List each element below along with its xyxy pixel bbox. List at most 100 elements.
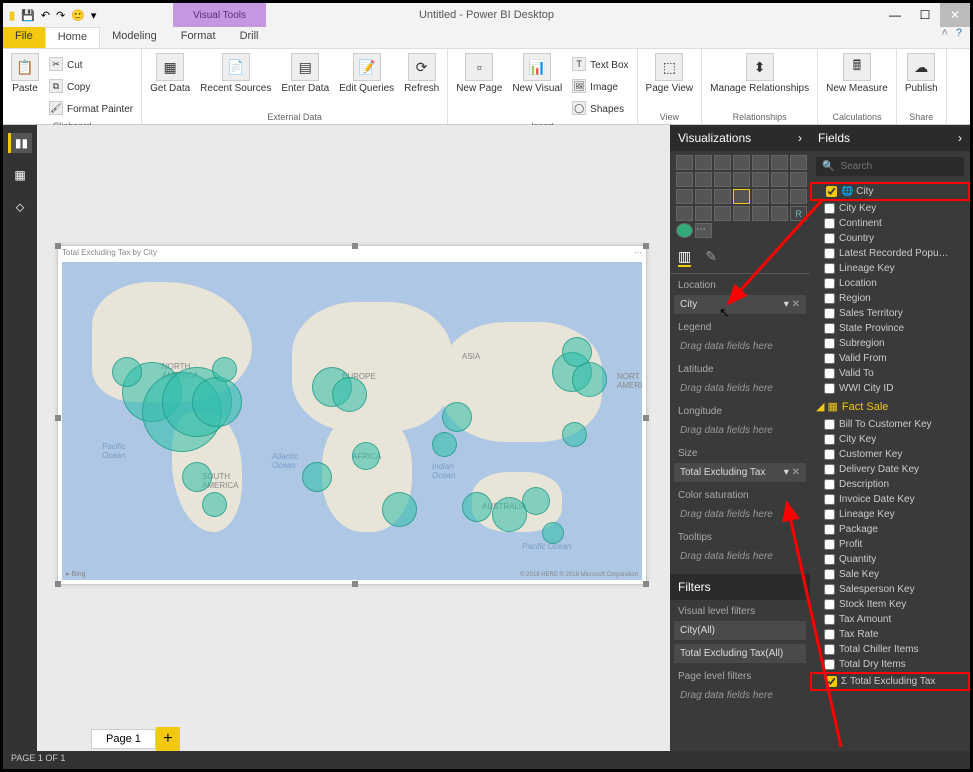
search-input[interactable] (840, 161, 940, 172)
close-button[interactable]: ✕ (940, 3, 970, 27)
viz-pie[interactable] (676, 189, 693, 204)
paste-button[interactable]: 📋Paste (9, 51, 41, 96)
field-checkbox[interactable] (824, 248, 835, 259)
field-checkbox[interactable] (824, 584, 835, 595)
field-checkbox[interactable] (824, 353, 835, 364)
viz-stacked-area[interactable] (695, 172, 712, 187)
field-checkbox[interactable] (824, 233, 835, 244)
field-sales-territory[interactable]: Sales Territory (810, 306, 970, 321)
recent-sources-button[interactable]: 📄Recent Sources (198, 51, 273, 96)
manage-relationships-button[interactable]: ⬍Manage Relationships (708, 51, 811, 96)
field-checkbox[interactable] (824, 308, 835, 319)
field-valid-to[interactable]: Valid To (810, 366, 970, 381)
field-invoice-date-key[interactable]: Invoice Date Key (810, 492, 970, 507)
field-city-key[interactable]: City Key (810, 432, 970, 447)
field-checkbox[interactable] (824, 539, 835, 550)
report-view-icon[interactable]: ▮▮ (8, 133, 32, 153)
redo-icon[interactable]: ↷ (56, 9, 65, 22)
filters-header[interactable]: Filters (670, 574, 810, 600)
field-customer-key[interactable]: Customer Key (810, 447, 970, 462)
field-location[interactable]: Location (810, 276, 970, 291)
viz-arcgis[interactable] (676, 223, 693, 238)
viz-filled-map[interactable] (752, 189, 769, 204)
viz-clustered-column[interactable] (733, 155, 750, 170)
viz-matrix[interactable] (771, 206, 788, 221)
enter-data-button[interactable]: ▤Enter Data (279, 51, 331, 96)
collapse-ribbon-icon[interactable]: ˄ (941, 27, 947, 48)
table-fact-sale[interactable]: ◢ ▦ Fact Sale (810, 396, 970, 417)
viz-kpi[interactable] (714, 206, 731, 221)
viz-100-bar[interactable] (752, 155, 769, 170)
viz-treemap[interactable] (714, 189, 731, 204)
field-checkbox[interactable] (826, 676, 837, 687)
viz-scatter[interactable] (790, 172, 807, 187)
field-checkbox[interactable] (824, 629, 835, 640)
page-view-button[interactable]: ⬚Page View (644, 51, 696, 96)
field-checkbox[interactable] (824, 449, 835, 460)
chevron-down-icon[interactable]: ▾ (784, 467, 789, 478)
viz-donut[interactable] (695, 189, 712, 204)
field-checkbox[interactable] (824, 368, 835, 379)
get-data-button[interactable]: ▦Get Data (148, 51, 192, 96)
new-visual-button[interactable]: 📊New Visual (510, 51, 564, 96)
page-tab-1[interactable]: Page 1 (91, 729, 156, 749)
field-continent[interactable]: Continent (810, 216, 970, 231)
data-view-icon[interactable]: ▦ (8, 165, 32, 185)
undo-icon[interactable]: ↶ (41, 9, 50, 22)
field-package[interactable]: Package (810, 522, 970, 537)
viz-ribbon[interactable] (752, 172, 769, 187)
bing-map[interactable]: NORTHAMERICA SOUTHAMERICA EUROPE AFRICA … (62, 262, 642, 580)
field-checkbox[interactable] (824, 569, 835, 580)
field-salesperson-key[interactable]: Salesperson Key (810, 582, 970, 597)
field-checkbox[interactable] (824, 494, 835, 505)
tab-home[interactable]: Home (45, 27, 100, 48)
tab-format[interactable]: Format (169, 27, 228, 48)
image-button[interactable]: 🖼Image (570, 77, 630, 97)
viz-map[interactable] (733, 189, 750, 204)
well-tooltips[interactable]: Drag data fields here (674, 547, 806, 566)
viz-funnel[interactable] (771, 189, 788, 204)
field-checkbox[interactable] (824, 434, 835, 445)
field-checkbox[interactable] (824, 659, 835, 670)
viz-waterfall[interactable] (771, 172, 788, 187)
field-lineage-key[interactable]: Lineage Key (810, 507, 970, 522)
visualizations-header[interactable]: Visualizations› (670, 125, 810, 151)
minimize-button[interactable]: — (880, 3, 910, 27)
remove-field-icon[interactable]: ✕ (792, 467, 800, 478)
visual-options-icon[interactable]: ⋯ (634, 248, 642, 260)
viz-100-column[interactable] (771, 155, 788, 170)
field-subregion[interactable]: Subregion (810, 336, 970, 351)
field-wwi-city-id[interactable]: WWI City ID (810, 381, 970, 396)
field-total-chiller-items[interactable]: Total Chiller Items (810, 642, 970, 657)
field-tax-rate[interactable]: Tax Rate (810, 627, 970, 642)
viz-line[interactable] (790, 155, 807, 170)
field-region[interactable]: Region (810, 291, 970, 306)
field-state-province[interactable]: State Province (810, 321, 970, 336)
field-quantity[interactable]: Quantity (810, 552, 970, 567)
qat-dropdown-icon[interactable]: ▾ (91, 9, 97, 22)
shapes-button[interactable]: ◯Shapes (570, 99, 630, 119)
tab-drill[interactable]: Drill (228, 27, 271, 48)
textbox-button[interactable]: TText Box (570, 55, 630, 75)
refresh-button[interactable]: ⟳Refresh (402, 51, 441, 96)
field-checkbox[interactable] (826, 186, 837, 197)
well-colorsat[interactable]: Drag data fields here (674, 505, 806, 524)
field-checkbox[interactable] (824, 524, 835, 535)
new-measure-button[interactable]: 🖩New Measure (824, 51, 890, 96)
filter-tet[interactable]: Total Excluding Tax(All) (674, 644, 806, 663)
well-size-field[interactable]: Total Excluding Tax▾ ✕ (674, 463, 806, 482)
field-city[interactable]: 🌐 City (810, 182, 970, 201)
tab-modeling[interactable]: Modeling (100, 27, 169, 48)
cut-button[interactable]: ✂Cut (47, 55, 135, 75)
tab-file[interactable]: File (3, 27, 45, 48)
field-checkbox[interactable] (824, 644, 835, 655)
viz-area[interactable] (676, 172, 693, 187)
field-checkbox[interactable] (824, 479, 835, 490)
well-location-field[interactable]: City▾ ✕ (674, 295, 806, 314)
field-checkbox[interactable] (824, 203, 835, 214)
field-country[interactable]: Country (810, 231, 970, 246)
map-visual[interactable]: Total Excluding Tax by City ⋯ NORTHAMERI… (57, 245, 647, 585)
new-page-button[interactable]: ▫New Page (454, 51, 504, 96)
viz-card[interactable] (676, 206, 693, 221)
filter-city[interactable]: City(All) (674, 621, 806, 640)
